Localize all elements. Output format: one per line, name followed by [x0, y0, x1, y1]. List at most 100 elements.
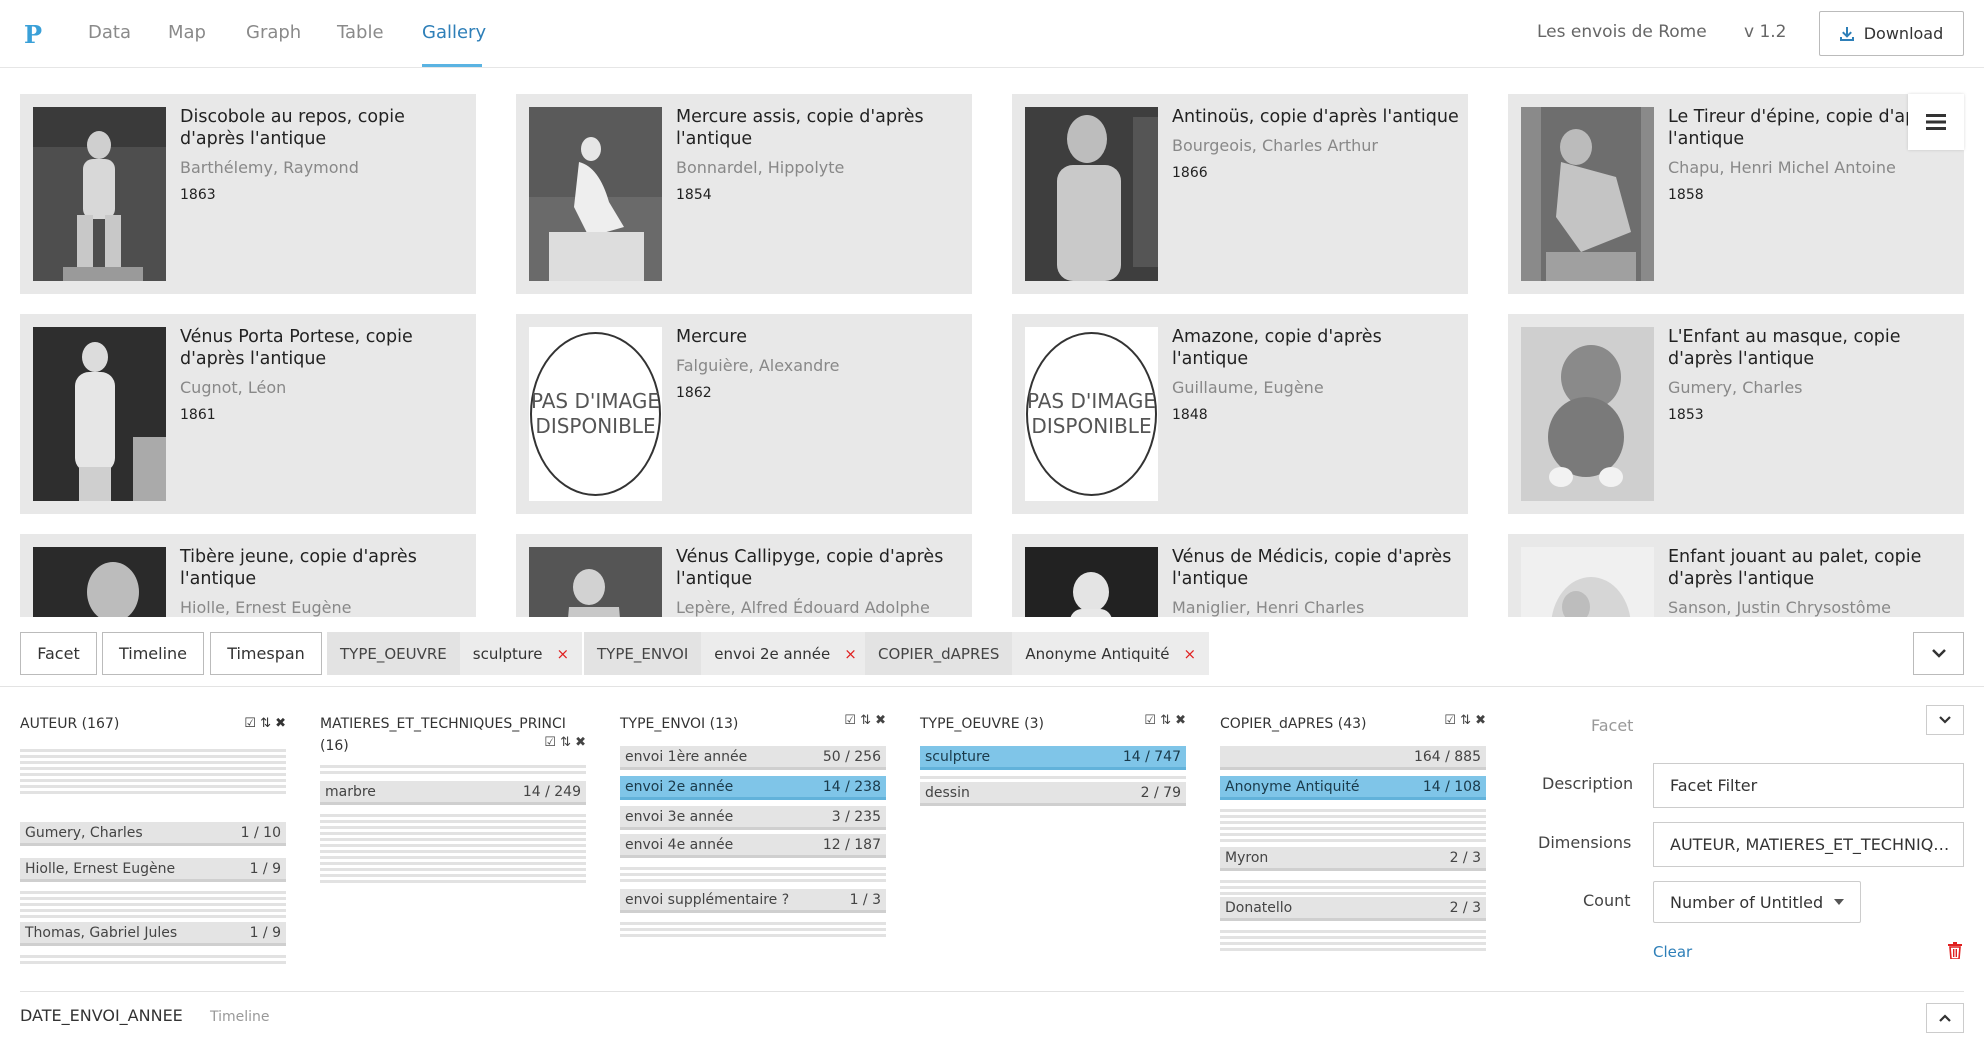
download-button[interactable]: Download: [1819, 11, 1964, 56]
card-title: Tibère jeune, copie d'après l'antique Hio…: [180, 546, 470, 617]
gallery-menu-button[interactable]: [1908, 94, 1964, 150]
filter-chip-type-oeuvre: TYPE_OEUVRE sculpture ×: [327, 632, 583, 675]
filter-chip-key: COPIER_dAPRES: [865, 632, 1013, 675]
caret-down-icon: [1834, 899, 1844, 905]
facet-row[interactable]: Hiolle, Ernest Eugène 1 / 9: [20, 858, 286, 882]
facet-header-icons[interactable]: ☑ ⇅ ✖: [544, 735, 586, 750]
gallery-card[interactable]: Vénus Callipyge, copie d'après l'antique…: [516, 534, 972, 617]
facet-panel: AUTEUR (167) ☑ ⇅ ✖ Gumery, Charles 1 / 10…: [0, 687, 1984, 1048]
card-title: L'Enfant au masque, copie d'après l'anti…: [1668, 326, 1958, 426]
timeline-subtitle: Timeline: [210, 1009, 270, 1025]
facet-row[interactable]: Myron 2 / 3: [1220, 847, 1486, 871]
gallery-card[interactable]: Vénus Porta Portese, copie d'après l'ant…: [20, 314, 476, 514]
card-title: Vénus Callipyge, copie d'après l'antique…: [676, 546, 966, 617]
chevron-up-icon: [1939, 1014, 1951, 1022]
active-tab-indicator: [422, 64, 482, 67]
facet-header-icons[interactable]: ☑ ⇅ ✖: [244, 713, 286, 735]
filter-chip-copier: COPIER_dAPRES Anonyme Antiquité ×: [865, 632, 1210, 675]
gallery-card[interactable]: PAS D'IMAGE DISPONIBLE Amazone, copie d'a…: [1012, 314, 1468, 514]
dimensions-field[interactable]: AUTEUR, MATIERES_ET_TECHNIQ…: [1653, 822, 1964, 867]
download-label: Download: [1863, 24, 1944, 43]
version-label: v 1.2: [1744, 22, 1787, 42]
timespan-button[interactable]: Timespan: [210, 632, 322, 675]
card-year: 1858: [1668, 187, 1704, 203]
description-label: Description: [1542, 774, 1634, 793]
facet-button[interactable]: Facet: [20, 632, 97, 675]
card-artist: Bourgeois, Charles Arthur: [1172, 136, 1379, 155]
facet-row[interactable]: Thomas, Gabriel Jules 1 / 9: [20, 922, 286, 946]
card-artist: Gumery, Charles: [1668, 378, 1803, 397]
gallery-card[interactable]: Tibère jeune, copie d'après l'antique Hio…: [20, 534, 476, 617]
facet-row[interactable]: 164 / 885: [1220, 746, 1486, 770]
card-title: Vénus Porta Portese, copie d'après l'ant…: [180, 326, 470, 426]
count-label: Count: [1583, 891, 1631, 910]
card-artist: Bonnardel, Hippolyte: [676, 158, 845, 177]
filter-chip-value: Anonyme Antiquité: [1025, 644, 1170, 663]
gallery-card[interactable]: Mercure assis, copie d'après l'antique Bo…: [516, 94, 972, 294]
chevron-down-icon: [1931, 649, 1946, 658]
card-artist: Sanson, Justin Chrysostôme: [1668, 598, 1891, 617]
timeline-button[interactable]: Timeline: [102, 632, 204, 675]
gallery-card[interactable]: Discobole au repos, copie d'après l'anti…: [20, 94, 476, 294]
card-title: Enfant jouant au palet, copie d'après l'…: [1668, 546, 1958, 617]
hamburger-icon: [1926, 114, 1946, 130]
facet-row[interactable]: Gumery, Charles 1 / 10: [20, 822, 286, 846]
count-select[interactable]: Number of Untitled: [1653, 881, 1861, 923]
filter-chip-key: TYPE_ENVOI: [584, 632, 702, 675]
gallery-card[interactable]: Vénus de Médicis, copie d'après l'antiqu…: [1012, 534, 1468, 617]
facet-row[interactable]: envoi 3e année 3 / 235: [620, 806, 886, 830]
facet-row[interactable]: envoi supplémentaire ? 1 / 3: [620, 889, 886, 913]
facet-row-selected[interactable]: sculpture 14 / 747: [920, 746, 1186, 770]
filter-chip-value: sculpture: [472, 644, 543, 663]
tab-gallery[interactable]: Gallery: [422, 22, 486, 43]
clear-link[interactable]: Clear: [1653, 943, 1692, 961]
facet-type-envoi: TYPE_ENVOI (13) ☑ ⇅ ✖ envoi 1ère année 50…: [620, 713, 886, 953]
gallery-card[interactable]: Le Tireur d'épine, copie d'après l'antiq…: [1508, 94, 1964, 294]
remove-filter-icon[interactable]: ×: [844, 645, 857, 663]
facet-row-selected[interactable]: Anonyme Antiquité 14 / 108: [1220, 776, 1486, 800]
tab-data[interactable]: Data: [88, 22, 131, 43]
remove-filter-icon[interactable]: ×: [1183, 645, 1196, 663]
divider: [20, 991, 1964, 992]
facet-row[interactable]: envoi 1ère année 50 / 256: [620, 746, 886, 770]
facet-header-icons[interactable]: ☑ ⇅ ✖: [1444, 713, 1486, 728]
artwork-thumbnail: [33, 327, 166, 501]
gallery-card[interactable]: PAS D'IMAGE DISPONIBLE Mercure Falguière, …: [516, 314, 972, 514]
card-year: 1861: [180, 407, 216, 423]
expand-timeline-button[interactable]: [1926, 1003, 1964, 1033]
no-image-placeholder: PAS D'IMAGE DISPONIBLE: [529, 327, 662, 501]
app-logo[interactable]: P: [24, 20, 42, 49]
card-title: Mercure assis, copie d'après l'antique Bo…: [676, 106, 966, 206]
card-year: 1863: [180, 187, 216, 203]
filter-chip-type-envoi: TYPE_ENVOI envoi 2e année ×: [584, 632, 870, 675]
tab-map[interactable]: Map: [168, 22, 206, 43]
tab-graph[interactable]: Graph: [246, 22, 301, 43]
remove-filter-icon[interactable]: ×: [557, 645, 570, 663]
description-input[interactable]: Facet Filter: [1653, 763, 1964, 808]
card-year: 1848: [1172, 407, 1208, 423]
card-artist: Barthélemy, Raymond: [180, 158, 359, 177]
collapse-panel-button[interactable]: [1913, 632, 1964, 675]
facet-row[interactable]: Donatello 2 / 3: [1220, 897, 1486, 921]
card-artist: Maniglier, Henri Charles: [1172, 598, 1365, 617]
card-artist: Lepère, Alfred Édouard Adolphe: [676, 598, 930, 617]
trash-icon[interactable]: [1948, 942, 1962, 959]
artwork-thumbnail: [1025, 547, 1158, 617]
facet-header-icons[interactable]: ☑ ⇅ ✖: [1144, 713, 1186, 728]
artwork-thumbnail: [529, 107, 662, 281]
gallery-card[interactable]: Enfant jouant au palet, copie d'après l'…: [1508, 534, 1964, 617]
facet-header-icons[interactable]: ☑ ⇅ ✖: [844, 713, 886, 728]
filter-bar: Facet Timeline Timespan TYPE_OEUVRE scul…: [0, 617, 1984, 687]
gallery-card[interactable]: L'Enfant au masque, copie d'après l'anti…: [1508, 314, 1964, 514]
artwork-thumbnail: [33, 107, 166, 281]
project-title[interactable]: Les envois de Rome: [1537, 22, 1707, 42]
collapse-facet-button[interactable]: [1926, 705, 1964, 735]
facet-row-selected[interactable]: envoi 2e année 14 / 238: [620, 776, 886, 800]
tab-table[interactable]: Table: [337, 22, 384, 43]
facet-row[interactable]: marbre 14 / 249: [320, 781, 586, 805]
artwork-thumbnail: [1521, 327, 1654, 501]
facet-row[interactable]: dessin 2 / 79: [920, 782, 1186, 806]
facet-row[interactable]: envoi 4e année 12 / 187: [620, 834, 886, 858]
dimensions-label: Dimensions: [1538, 833, 1632, 852]
gallery-card[interactable]: Antinoüs, copie d'après l'antique Bourgeo…: [1012, 94, 1468, 294]
